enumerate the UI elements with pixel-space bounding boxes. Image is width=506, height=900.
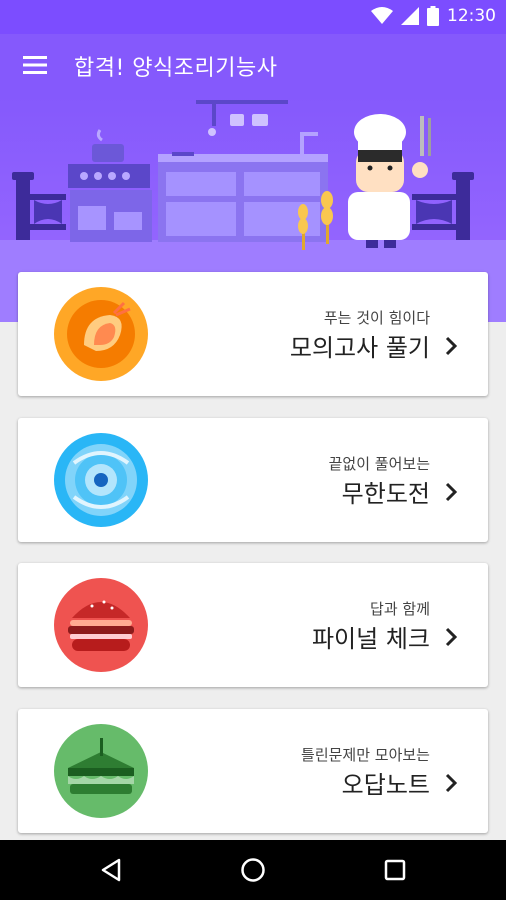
- back-triangle-icon: [101, 858, 121, 882]
- card-text: 끝없이 풀어보는 무한도전: [329, 454, 430, 510]
- status-bar: 12:30: [0, 0, 506, 34]
- chevron-right-icon: [445, 627, 458, 647]
- right-railing: [412, 172, 474, 240]
- home-button[interactable]: [235, 852, 271, 888]
- card-subtitle: 틀린문제만 모아보는: [301, 746, 430, 764]
- recents-square-icon: [384, 859, 406, 881]
- sandwich-icon: [54, 724, 148, 818]
- stove: [68, 129, 152, 242]
- shrimp-icon: [54, 287, 148, 381]
- hamburger-menu-icon: [23, 56, 47, 74]
- system-navigation-bar: [0, 840, 506, 900]
- recents-button[interactable]: [377, 852, 413, 888]
- menu-card-wrong-answer-note[interactable]: 틀린문제만 모아보는 오답노트: [18, 709, 488, 833]
- card-subtitle: 끝없이 풀어보는: [328, 455, 430, 473]
- card-subtitle: 푸는 것이 힘이다: [323, 309, 430, 327]
- card-title: 무한도전: [341, 480, 430, 508]
- whirlpool-icon: [54, 433, 148, 527]
- wifi-icon: [371, 7, 393, 24]
- menu-card-infinite-challenge[interactable]: 끝없이 풀어보는 무한도전: [18, 418, 488, 542]
- card-title: 모의고사 풀기: [289, 334, 430, 362]
- card-text: 틀린문제만 모아보는 오답노트: [301, 745, 430, 801]
- back-button[interactable]: [93, 852, 129, 888]
- burger-icon: [54, 578, 148, 672]
- hanging-utensils: [196, 100, 288, 136]
- chevron-right-icon: [445, 773, 458, 793]
- battery-icon: [427, 6, 439, 26]
- card-subtitle: 답과 함께: [370, 600, 430, 618]
- menu-card-final-check[interactable]: 답과 함께 파이널 체크: [18, 563, 488, 687]
- card-title: 파이널 체크: [311, 625, 430, 653]
- left-railing: [12, 172, 66, 240]
- status-icons: 12:30: [371, 6, 496, 26]
- card-text: 푸는 것이 힘이다 모의고사 풀기: [290, 308, 430, 364]
- card-text: 답과 함께 파이널 체크: [312, 599, 430, 655]
- menu-card-mock-exam[interactable]: 푸는 것이 힘이다 모의고사 풀기: [18, 272, 488, 396]
- menu-button[interactable]: [14, 44, 56, 86]
- app-bar: 합격! 양식조리기능사: [0, 34, 506, 96]
- status-time: 12:30: [447, 6, 496, 26]
- chevron-right-icon: [445, 482, 458, 502]
- cell-signal-icon: [401, 7, 419, 25]
- card-title: 오답노트: [341, 771, 430, 799]
- app-title: 합격! 양식조리기능사: [74, 56, 278, 81]
- chevron-right-icon: [445, 336, 458, 356]
- home-circle-icon: [241, 858, 265, 882]
